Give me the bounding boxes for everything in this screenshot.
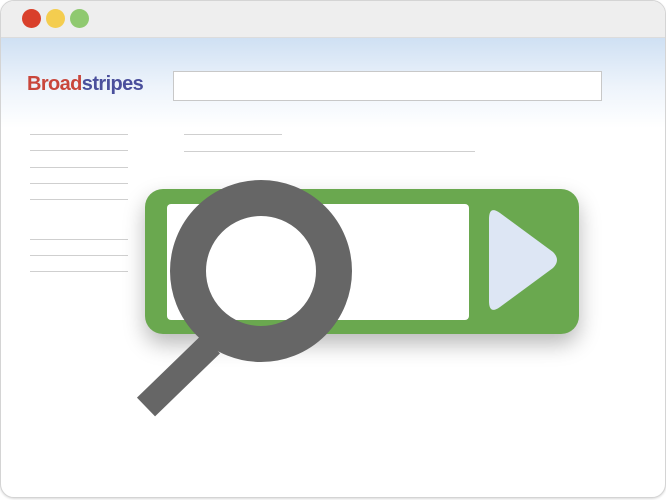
logo-text-stripes: stripes xyxy=(81,73,144,95)
placeholder-line xyxy=(30,134,128,135)
placeholder-line xyxy=(30,183,128,184)
placeholder-line xyxy=(30,199,128,200)
search-widget xyxy=(145,189,579,334)
placeholder-line xyxy=(184,151,475,152)
placeholder-line xyxy=(184,134,282,135)
address-bar[interactable] xyxy=(173,71,602,101)
browser-window: Broadstripes xyxy=(0,0,666,498)
close-button[interactable] xyxy=(22,9,41,28)
search-go-button[interactable] xyxy=(487,207,561,313)
site-logo[interactable]: Broadstripes xyxy=(27,72,144,96)
placeholder-line xyxy=(30,150,128,151)
placeholder-line xyxy=(30,239,128,240)
minimize-button[interactable] xyxy=(46,9,65,28)
placeholder-line xyxy=(30,167,128,168)
logo-text-broad: Broad xyxy=(27,73,82,95)
placeholder-line xyxy=(30,271,128,272)
maximize-button[interactable] xyxy=(70,9,89,28)
placeholder-line xyxy=(30,255,128,256)
play-triangle-icon xyxy=(489,210,557,310)
title-bar xyxy=(1,1,665,38)
search-input[interactable] xyxy=(167,204,469,320)
